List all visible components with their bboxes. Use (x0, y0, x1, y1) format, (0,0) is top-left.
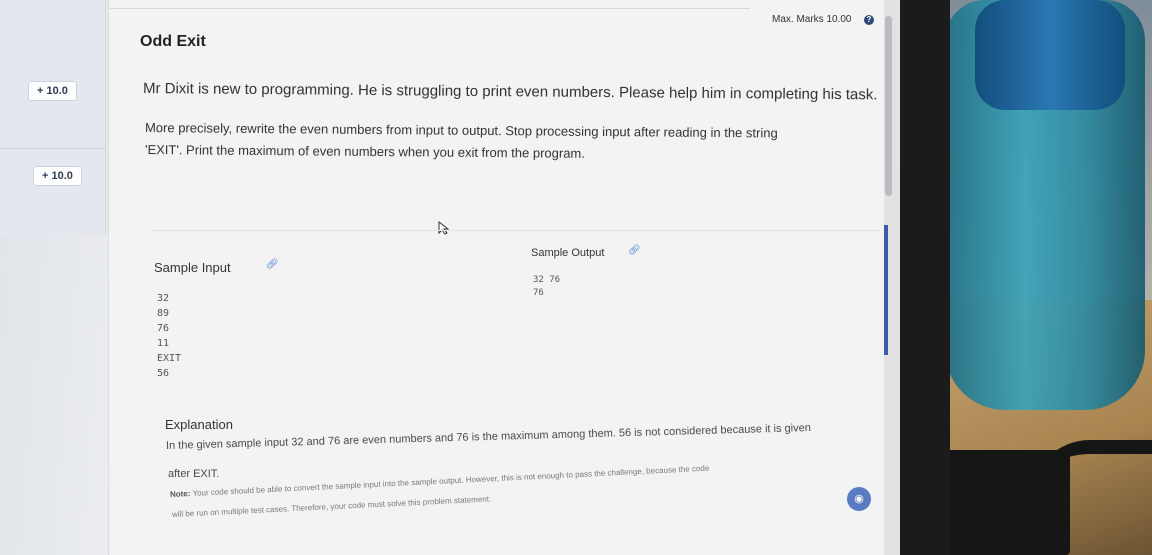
max-marks-label: Max. Marks 10.00 (772, 14, 852, 25)
monitor-screen: + 10.0 + 10.0 Max. Marks 10.00 ? Odd Exi… (0, 0, 900, 555)
sample-input-line: 76 (157, 323, 170, 334)
question-circle-icon[interactable]: ? (864, 15, 874, 25)
sample-input-label: Sample Input (154, 260, 231, 275)
sample-input-line: 11 (157, 338, 170, 349)
note-label: Note: (169, 489, 191, 499)
sample-output-label: Sample Output (531, 247, 605, 259)
sample-output-block: 32 76 76 (533, 274, 560, 300)
panel-divider (0, 148, 105, 149)
link-icon[interactable]: 🔗︎ (266, 259, 279, 270)
chat-icon[interactable]: ◉ (847, 487, 871, 511)
question-title: Odd Exit (140, 33, 206, 50)
accent-edge (884, 225, 888, 355)
sample-input-line: 56 (157, 368, 170, 379)
sample-input-line: EXIT (157, 353, 182, 364)
sample-input-block: 32 89 76 11 EXIT 56 (157, 291, 181, 381)
explanation-line2: after EXIT. (168, 468, 220, 480)
marks-badge-2[interactable]: + 10.0 (33, 166, 82, 186)
marks-badge-1[interactable]: + 10.0 (28, 81, 77, 101)
link-icon[interactable]: 🔗︎ (628, 245, 641, 256)
sample-output-line: 76 (533, 288, 544, 298)
sample-input-line: 89 (157, 308, 170, 319)
water-bottle-cap (975, 0, 1125, 110)
explanation-label: Explanation (165, 417, 233, 432)
top-divider (110, 8, 750, 9)
sample-input-line: 32 (157, 293, 170, 304)
mouse-pointer-icon (438, 221, 450, 235)
sample-output-line: 32 76 (533, 275, 561, 285)
scrollbar-thumb[interactable] (885, 16, 892, 196)
question-marks-panel (0, 0, 106, 235)
section-divider (150, 230, 880, 231)
